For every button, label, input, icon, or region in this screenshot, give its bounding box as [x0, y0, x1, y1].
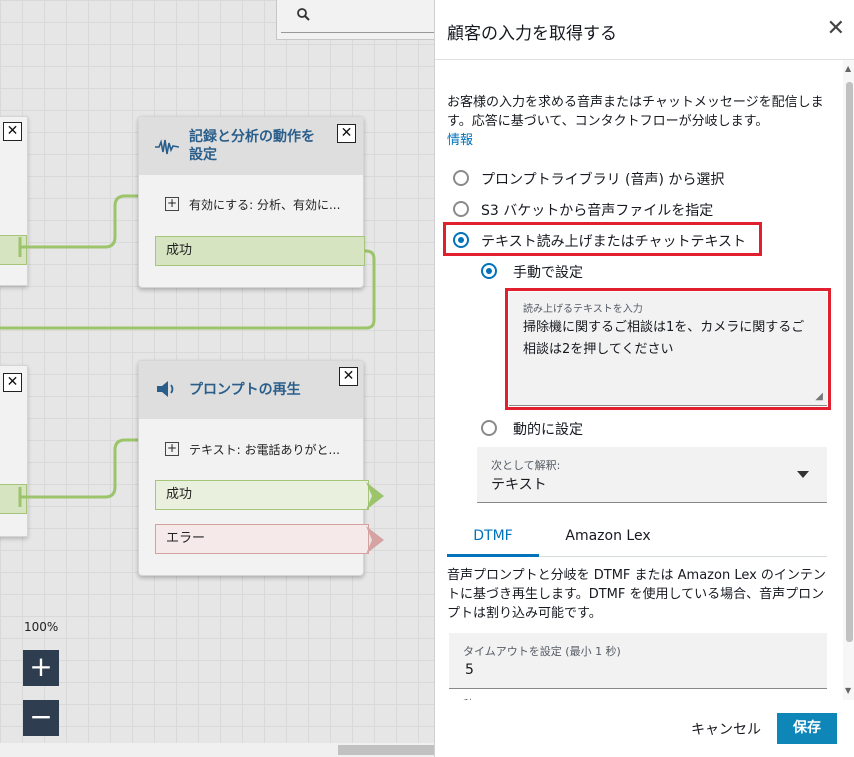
close-icon[interactable]: ✕ — [337, 124, 356, 143]
radio-button-selected[interactable] — [481, 263, 497, 279]
save-button[interactable]: 保存 — [777, 713, 837, 744]
plus-icon[interactable]: + — [165, 197, 179, 211]
tab-description: 音声プロンプトと分岐を DTMF または Amazon Lex のインテントに基… — [447, 568, 826, 621]
highlight-box — [505, 288, 831, 410]
waveform-icon — [155, 137, 180, 161]
success-arrow-icon[interactable] — [364, 482, 386, 510]
tab-amazon-lex[interactable]: Amazon Lex — [551, 520, 665, 557]
close-icon[interactable]: ✕ — [339, 367, 358, 386]
block-title: プロンプトの再生 — [189, 381, 301, 397]
error-arrow-icon[interactable] — [364, 526, 386, 554]
tab-dtmf[interactable]: DTMF — [447, 520, 539, 557]
radio-button[interactable] — [453, 201, 469, 217]
horizontal-scrollbar[interactable] — [0, 743, 434, 757]
cancel-button[interactable]: キャンセル — [691, 719, 761, 739]
block-title: 記録と分析の動作を 設定 — [189, 128, 315, 162]
scroll-up-icon[interactable]: ▲ — [845, 64, 851, 73]
panel-body: お客様の入力を求める音声またはチャットメッセージを配信します。応答に基づいて、コ… — [435, 60, 843, 700]
timeout-input[interactable]: タイムアウトを設定 (最小 1 秒) 5 — [449, 633, 827, 689]
chevron-down-icon[interactable] — [797, 471, 809, 478]
scroll-down-icon[interactable]: ▼ — [845, 686, 851, 695]
zoom-in-button[interactable]: + — [23, 650, 59, 686]
interpret-as-select[interactable]: 次として解釈: テキスト — [477, 447, 827, 503]
panel-header: 顧客の入力を取得する ✕ — [435, 0, 854, 60]
radio-button-selected[interactable] — [453, 232, 469, 248]
close-icon[interactable]: ✕ — [827, 18, 845, 40]
info-link[interactable]: 情報 — [447, 133, 473, 148]
panel-title: 顧客の入力を取得する — [447, 24, 617, 44]
branch-success[interactable]: 成功 — [155, 236, 365, 266]
radio-button[interactable] — [481, 420, 497, 436]
radio-button[interactable] — [453, 170, 469, 186]
panel-footer: キャンセル 保存 — [435, 700, 854, 757]
input-type-tabs: DTMF Amazon Lex — [447, 520, 827, 557]
panel-description: お客様の入力を求める音声またはチャットメッセージを配信します。応答に基づいて、コ… — [447, 95, 824, 148]
block-play-prompt[interactable]: プロンプトの再生 ✕ + テキスト: お電話ありがと... 成功 エラー — [138, 360, 369, 576]
vertical-scrollbar[interactable]: ▲ ▼ — [843, 60, 854, 700]
zoom-out-button[interactable]: − — [23, 700, 59, 736]
speaker-icon — [155, 379, 177, 403]
zoom-level: 100% — [24, 620, 59, 634]
branch-error[interactable]: エラー — [155, 524, 369, 554]
branch-success[interactable]: 成功 — [155, 480, 369, 510]
block-set-recording-analytics[interactable]: 記録と分析の動作を 設定 ✕ + 有効にする: 分析、有効に... 成功 — [138, 116, 365, 288]
block-config-panel: 顧客の入力を取得する ✕ お客様の入力を求める音声またはチャットメッセージを配信… — [434, 0, 854, 757]
flow-canvas[interactable]: ✕ ✕ 記録と分析の動作を 設定 ✕ + 有効にする: 分析、有効に... 成功… — [0, 0, 434, 757]
plus-icon[interactable]: + — [165, 442, 179, 456]
